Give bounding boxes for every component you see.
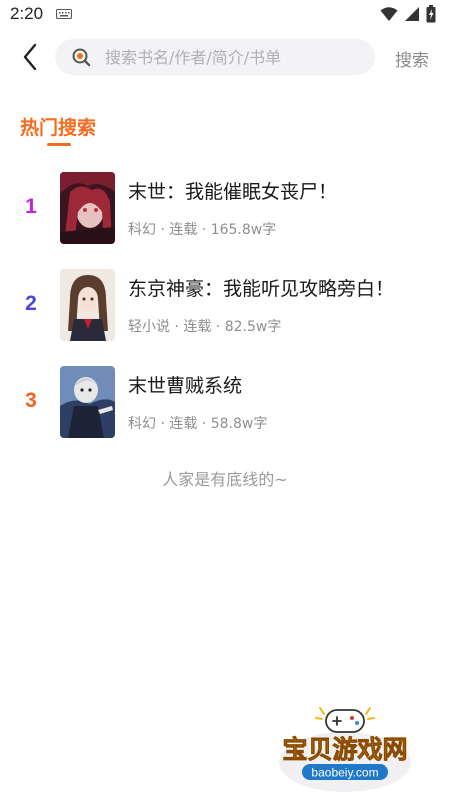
rank-number: 3 bbox=[25, 389, 37, 412]
watermark-url: baobeiy.com bbox=[311, 766, 378, 780]
section-underline bbox=[47, 143, 71, 146]
search-box[interactable] bbox=[55, 39, 375, 75]
rank-number: 1 bbox=[25, 195, 37, 218]
wifi-icon bbox=[380, 7, 398, 21]
book-meta: 科幻 · 连载 · 58.8w字 bbox=[128, 416, 268, 432]
keyboard-icon bbox=[56, 9, 72, 19]
battery-icon bbox=[426, 5, 436, 23]
book-cover[interactable] bbox=[60, 366, 115, 438]
book-title: 末世：我能催眠女丧尸！ bbox=[128, 181, 338, 203]
book-item-2[interactable]: 2 东京神豪：我能听见攻略旁白！ 轻小说 · 连载 · 82.5w字 bbox=[0, 269, 450, 345]
signal-icon bbox=[405, 7, 419, 21]
book-meta: 轻小说 · 连载 · 82.5w字 bbox=[128, 319, 282, 335]
watermark-name: 宝贝游戏网 bbox=[282, 735, 407, 764]
book-cover[interactable] bbox=[60, 269, 115, 341]
chevron-left-icon bbox=[23, 43, 37, 71]
rank-number: 2 bbox=[25, 292, 37, 315]
watermark-logo: 宝贝游戏网 baobeiy.com bbox=[270, 700, 420, 796]
book-title: 东京神豪：我能听见攻略旁白！ bbox=[128, 278, 395, 300]
status-time: 2:20 bbox=[10, 4, 44, 23]
status-bar: 2:20 bbox=[0, 0, 450, 30]
search-button[interactable]: 搜索 bbox=[395, 46, 429, 71]
section-title-hot-search: 热门搜索 bbox=[20, 117, 97, 139]
book-item-1[interactable]: 1 末世：我能催眠女丧尸！ 科幻 · 连载 · 165.8w字 bbox=[0, 172, 450, 248]
book-item-3[interactable]: 3 末世曹贼系统 科幻 · 连载 · 58.8w字 bbox=[0, 366, 450, 442]
book-meta: 科幻 · 连载 · 165.8w字 bbox=[128, 222, 277, 238]
search-input[interactable] bbox=[103, 46, 357, 68]
book-title: 末世曹贼系统 bbox=[128, 375, 243, 397]
back-button[interactable] bbox=[16, 40, 44, 74]
status-icons bbox=[380, 5, 436, 23]
list-end-message: 人家是有底线的~ bbox=[162, 470, 288, 489]
book-cover[interactable] bbox=[60, 172, 115, 244]
search-icon bbox=[72, 48, 91, 67]
